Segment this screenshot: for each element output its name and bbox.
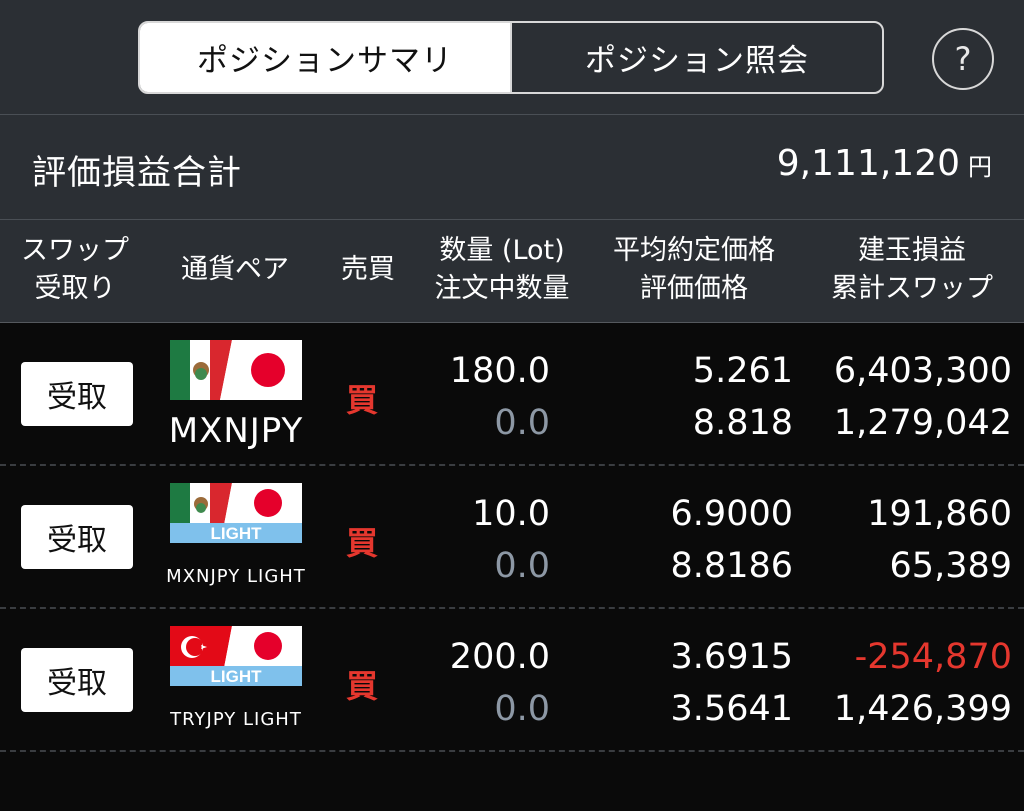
evaluation-price-value: 8.8186 <box>670 546 793 586</box>
header-qty-line1: 数量 (Lot) <box>439 235 565 266</box>
table-header: スワップ 受取り 通貨ペア 売買 数量 (Lot) 注文中数量 平均約定価格 評… <box>0 220 1024 323</box>
accumulated-swap-value: 65,389 <box>889 546 1012 586</box>
tab-position-inquiry[interactable]: ポジション照会 <box>510 23 882 92</box>
position-pl-value: -254,870 <box>854 637 1012 677</box>
header-qty-line2: 注文中数量 <box>434 273 570 304</box>
order-quantity-value: 0.0 <box>494 546 550 586</box>
total-pl-amount: 9,111,120 <box>776 143 960 184</box>
header-pl: 建玉損益 累計スワップ <box>812 232 1012 308</box>
position-list: 受取 MXNJPY 買 180.0 0.0 5.261 8.818 6,403,… <box>0 323 1024 752</box>
quantity-value: 200.0 <box>449 637 550 677</box>
header-price: 平均約定価格 評価価格 <box>596 232 792 308</box>
header-currency-pair: 通貨ペア <box>181 254 289 285</box>
buy-sell-label: 買 <box>346 667 379 705</box>
header-pl-line2: 累計スワップ <box>831 273 993 304</box>
evaluation-price-value: 8.818 <box>692 403 793 443</box>
evaluation-price-value: 3.5641 <box>670 689 793 729</box>
currency-pair-label: MXNJPY <box>168 411 304 451</box>
currency-pair-label: MXNJPY LIGHT <box>166 566 306 587</box>
total-pl-value: 9,111,120 円 <box>777 143 992 184</box>
accumulated-swap-value: 1,279,042 <box>833 403 1012 443</box>
position-tabs: ポジションサマリ ポジション照会 <box>138 21 884 94</box>
total-pl-unit: 円 <box>968 153 992 181</box>
accumulated-swap-value: 1,426,399 <box>833 689 1012 729</box>
average-price-value: 3.6915 <box>670 637 793 677</box>
position-pl-value: 191,860 <box>867 494 1012 534</box>
turkey-japan-light-flag-icon: LIGHT <box>170 626 302 686</box>
total-pl-summary: 評価損益合計 9,111,120 円 <box>0 115 1024 220</box>
average-price-value: 6.9000 <box>670 494 793 534</box>
tab-position-summary[interactable]: ポジションサマリ <box>140 23 510 92</box>
header-quantity: 数量 (Lot) 注文中数量 <box>418 232 586 308</box>
quantity-value: 180.0 <box>449 351 550 391</box>
position-row[interactable]: 受取 LIGHT MXNJPY LIGHT 買 10.0 0.0 6.9000 … <box>0 466 1024 609</box>
receive-swap-button[interactable]: 受取 <box>21 505 133 569</box>
quantity-value: 10.0 <box>472 494 550 534</box>
order-quantity-value: 0.0 <box>494 403 550 443</box>
buy-sell-label: 買 <box>346 524 379 562</box>
help-button[interactable]: ? <box>932 28 994 90</box>
receive-swap-button[interactable]: 受取 <box>21 362 133 426</box>
top-bar: ポジションサマリ ポジション照会 ? <box>0 0 1024 115</box>
light-badge: LIGHT <box>211 524 263 543</box>
header-swap-line1: スワップ <box>21 235 129 266</box>
header-swap-line2: 受取り <box>34 273 116 304</box>
position-row[interactable]: 受取 LIGHT TRYJPY LIGHT 買 200.0 0.0 3.6915… <box>0 609 1024 752</box>
header-price-line1: 平均約定価格 <box>613 235 775 266</box>
currency-pair-label: TRYJPY LIGHT <box>170 709 302 730</box>
header-pl-line1: 建玉損益 <box>858 235 966 266</box>
position-pl-value: 6,403,300 <box>833 351 1012 391</box>
average-price-value: 5.261 <box>692 351 793 391</box>
buy-sell-label: 買 <box>346 381 379 419</box>
position-row[interactable]: 受取 MXNJPY 買 180.0 0.0 5.261 8.818 6,403,… <box>0 323 1024 466</box>
total-pl-label: 評価損益合計 <box>32 153 242 193</box>
light-badge: LIGHT <box>211 667 263 686</box>
header-side: 売買 <box>341 254 395 285</box>
header-swap-receive: スワップ 受取り <box>12 232 138 308</box>
mexico-japan-flag-icon <box>170 340 302 400</box>
help-icon: ? <box>954 40 972 78</box>
order-quantity-value: 0.0 <box>494 689 550 729</box>
header-price-line2: 評価価格 <box>640 273 748 304</box>
mexico-japan-light-flag-icon: LIGHT <box>170 483 302 543</box>
receive-swap-button[interactable]: 受取 <box>21 648 133 712</box>
